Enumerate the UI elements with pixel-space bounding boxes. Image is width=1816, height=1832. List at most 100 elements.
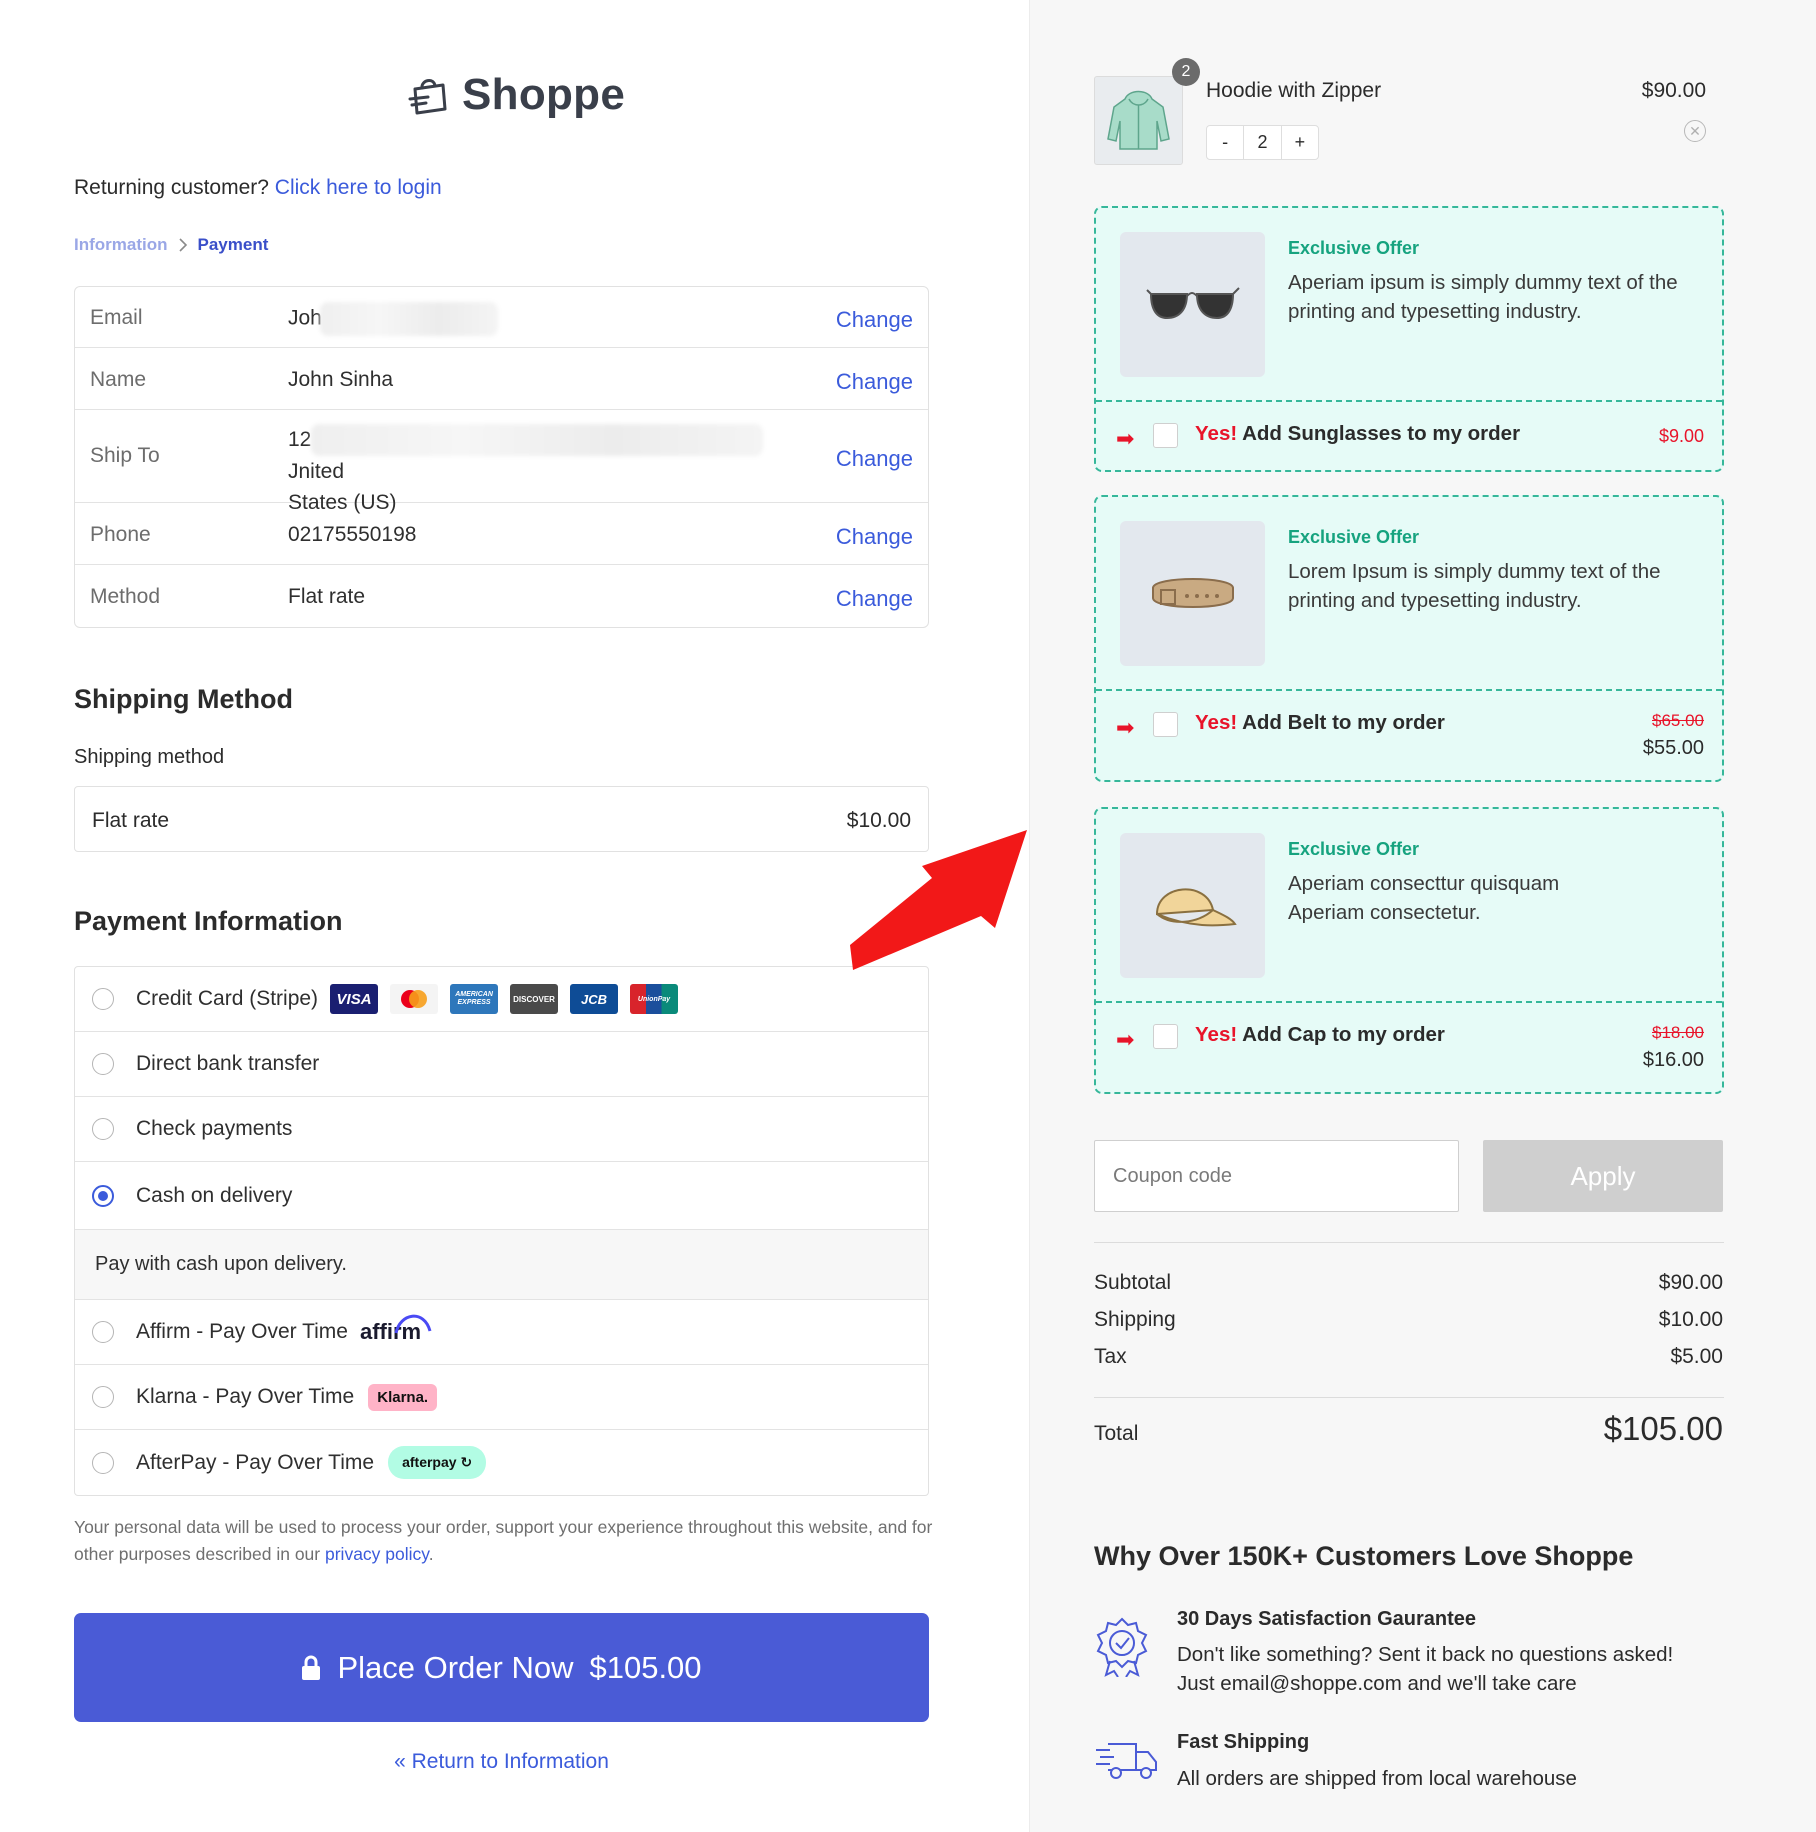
payment-option-stripe[interactable]: Credit Card (Stripe) VISA AMERICAN EXPRE… xyxy=(75,967,928,1032)
privacy-policy-link[interactable]: privacy policy xyxy=(325,1544,429,1564)
product-price: $90.00 xyxy=(1641,79,1706,102)
quantity-badge: 2 xyxy=(1172,58,1200,86)
change-address-button[interactable]: Change xyxy=(836,446,913,472)
returning-customer: Returning customer? Click here to login xyxy=(74,176,442,200)
review-info-table: Email Joh Change Name John Sinha Change … xyxy=(74,286,929,628)
decrease-quantity-button[interactable]: - xyxy=(1207,126,1243,159)
returning-text: Returning customer? xyxy=(74,176,269,199)
email-visible: Joh xyxy=(288,306,322,330)
payment-methods-list: Credit Card (Stripe) VISA AMERICAN EXPRE… xyxy=(74,966,929,1496)
info-label: Ship To xyxy=(90,444,160,467)
offer-cta[interactable]: Yes! Add Cap to my order xyxy=(1195,1023,1445,1047)
coupon-code-input[interactable]: Coupon code xyxy=(1094,1140,1459,1212)
info-value-phone: 02175550198 xyxy=(288,523,417,546)
place-order-button[interactable]: Place Order Now $105.00 xyxy=(74,1613,929,1722)
change-phone-button[interactable]: Change xyxy=(836,524,913,550)
offer-price: $16.00 xyxy=(1642,1049,1704,1071)
privacy-text: Your personal data will be used to proce… xyxy=(74,1517,933,1564)
info-row-phone: Phone 02175550198 Change xyxy=(75,503,928,565)
payment-option-check[interactable]: Check payments xyxy=(75,1097,928,1162)
breadcrumb-information[interactable]: Information xyxy=(74,235,168,255)
payment-label: Direct bank transfer xyxy=(136,1052,320,1075)
shopping-bag-logo-icon xyxy=(408,79,447,115)
increase-quantity-button[interactable]: + xyxy=(1282,126,1318,159)
offer-cta[interactable]: Yes! Add Belt to my order xyxy=(1195,711,1445,735)
summary-divider xyxy=(1094,1242,1724,1243)
afterpay-logo: afterpay ↻ xyxy=(388,1446,487,1479)
payment-option-klarna[interactable]: Klarna - Pay Over Time Klarna. xyxy=(75,1365,928,1430)
offer-card-belt: Exclusive Offer Lorem Ipsum is simply du… xyxy=(1094,495,1724,782)
add-sunglasses-checkbox[interactable] xyxy=(1153,423,1178,448)
feature-text: All orders are shipped from local wareho… xyxy=(1177,1764,1717,1793)
info-value-method: Flat rate xyxy=(288,585,366,608)
info-value-name: John Sinha xyxy=(288,368,394,391)
info-value-email: Joh xyxy=(288,302,498,336)
shipping-option[interactable]: Flat rate $10.00 xyxy=(74,786,929,852)
afterpay-logo-text: afterpay xyxy=(402,1454,457,1470)
radio-afterpay[interactable] xyxy=(92,1451,114,1474)
belt-icon xyxy=(1151,577,1234,608)
add-belt-checkbox[interactable] xyxy=(1153,712,1178,737)
cod-description: Pay with cash upon delivery. xyxy=(75,1230,928,1300)
payment-label: Affirm - Pay Over Time xyxy=(136,1320,348,1343)
feature-title: 30 Days Satisfaction Gaurantee xyxy=(1177,1608,1477,1630)
total-value: $105.00 xyxy=(1603,1410,1723,1447)
offer-price: $9.00 xyxy=(1658,426,1704,446)
payment-option-afterpay[interactable]: AfterPay - Pay Over Time afterpay ↻ xyxy=(75,1430,928,1495)
offer-card-cap: Exclusive Offer Aperiam consecttur quisq… xyxy=(1094,807,1724,1094)
login-link[interactable]: Click here to login xyxy=(275,176,442,199)
product-name: Hoodie with Zipper xyxy=(1206,79,1382,102)
change-email-button[interactable]: Change xyxy=(836,307,913,333)
klarna-logo: Klarna. xyxy=(368,1383,438,1411)
return-to-information-link[interactable]: « Return to Information xyxy=(0,1750,1003,1774)
discover-card-icon: DISCOVER xyxy=(510,984,559,1014)
offer-tag: Exclusive Offer xyxy=(1288,527,1420,547)
offer-description: Lorem Ipsum is simply dummy text of the … xyxy=(1288,560,1661,612)
privacy-end: . xyxy=(428,1544,434,1564)
offer-footer: ➡ Yes! Add Sunglasses to my order $9.00 xyxy=(1096,400,1722,451)
payment-option-affirm[interactable]: Affirm - Pay Over Time affirm xyxy=(75,1300,928,1365)
offer-tag: Exclusive Offer xyxy=(1288,839,1420,859)
radio-stripe[interactable] xyxy=(92,988,114,1010)
offer-cta[interactable]: Yes! Add Sunglasses to my order xyxy=(1195,422,1520,446)
affirm-arc-icon xyxy=(394,1314,432,1334)
annotation-arrow-icon xyxy=(850,830,1027,970)
brand-name: Shoppe xyxy=(462,70,626,119)
radio-klarna[interactable] xyxy=(92,1386,114,1408)
quantity-value[interactable]: 2 xyxy=(1243,126,1282,159)
quantity-stepper: - 2 + xyxy=(1206,125,1319,160)
payment-option-bank[interactable]: Direct bank transfer xyxy=(75,1032,928,1097)
visa-card-icon: VISA xyxy=(330,984,379,1014)
apply-coupon-button[interactable]: Apply xyxy=(1483,1140,1723,1212)
hoodie-icon xyxy=(1107,90,1170,150)
change-method-button[interactable]: Change xyxy=(836,586,913,612)
info-label: Phone xyxy=(90,523,151,546)
radio-cod-selected[interactable] xyxy=(92,1184,114,1207)
remove-item-icon[interactable]: ✕ xyxy=(1684,120,1706,142)
address-end: Jnited xyxy=(288,460,345,484)
chevron-right-icon xyxy=(178,238,187,252)
radio-bank[interactable] xyxy=(92,1053,114,1075)
total-divider xyxy=(1094,1397,1724,1398)
feature-line: Don't like something? Sent it back no qu… xyxy=(1177,1643,1674,1666)
arrow-right-icon: ➡ xyxy=(1116,426,1135,451)
brand-logo[interactable]: Shoppe xyxy=(406,70,625,120)
change-name-button[interactable]: Change xyxy=(836,369,913,395)
why-heading: Why Over 150K+ Customers Love Shoppe xyxy=(1094,1541,1634,1571)
radio-affirm[interactable] xyxy=(92,1321,114,1343)
arrow-right-icon: ➡ xyxy=(1116,715,1135,740)
offer-image xyxy=(1120,232,1265,377)
shipping-label: Shipping xyxy=(1094,1308,1176,1331)
add-cap-checkbox[interactable] xyxy=(1153,1024,1178,1049)
payment-label: AfterPay - Pay Over Time xyxy=(136,1450,375,1474)
place-order-amount: $105.00 xyxy=(589,1649,702,1685)
payment-option-cod[interactable]: Cash on delivery xyxy=(75,1162,928,1230)
offer-cta-text: Add Sunglasses to my order xyxy=(1242,422,1521,445)
shipping-value: $10.00 xyxy=(1658,1308,1723,1331)
offer-old-price: $18.00 xyxy=(1652,1023,1704,1042)
badge-check-icon xyxy=(1096,1617,1148,1677)
shipping-option-name: Flat rate xyxy=(92,809,170,832)
radio-check[interactable] xyxy=(92,1118,114,1140)
payment-information-heading: Payment Information xyxy=(74,906,343,936)
tax-label: Tax xyxy=(1094,1345,1127,1368)
